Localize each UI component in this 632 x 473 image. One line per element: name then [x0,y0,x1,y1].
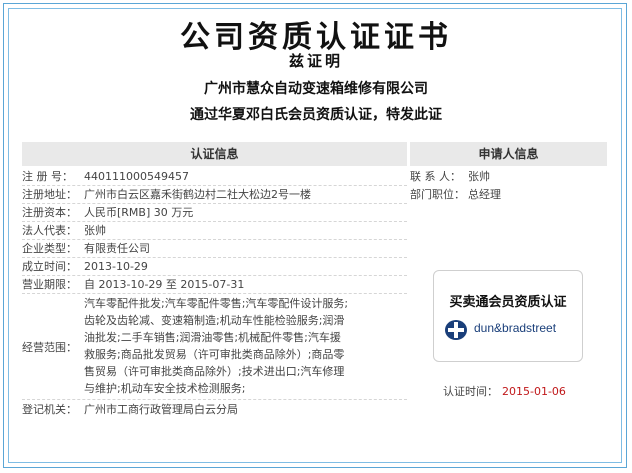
type-label: 企业类型： [22,242,77,255]
scope-line: 齿轮及齿轮减、变速箱制造;机动车性能检验服务;润滑 [84,314,345,327]
reg-no-value: 440111000549457 [84,170,189,183]
position-label: 部门职位： [410,188,465,201]
row-term: 营业期限： 自 2013-10-29 至 2015-07-31 [22,276,407,294]
dun-bradstreet-logo-text: dun&bradstreet [474,321,557,335]
row-type: 企业类型： 有限责任公司 [22,240,407,258]
cert-time-value: 2015-01-06 [502,385,566,398]
scope-line: 售贸易（许可审批类商品除外）;技术进出口;汽车修理 [84,365,345,378]
founded-label: 成立时间： [22,260,77,273]
scope-label: 经营范围： [22,341,77,354]
authority-label: 登记机关： [22,403,77,416]
cert-time: 认证时间： 2015-01-06 [443,383,566,399]
legal-label: 法人代表： [22,224,77,237]
row-reg-no: 注 册 号： 440111000549457 [22,168,407,186]
cert-info-heading: 认证信息 [22,142,407,166]
type-value: 有限责任公司 [84,242,150,255]
applicant-info-heading: 申请人信息 [410,142,607,166]
badge-title: 买卖通会员资质认证 [449,295,567,310]
scope-line: 救服务;商品批发贸易（许可审批类商品除外）;商品零 [84,348,345,361]
row-authority: 登记机关： 广州市工商行政管理局白云分局 [22,401,407,418]
scope-line: 油批发;二手车销售;润滑油零售;机械配件零售;汽车援 [84,331,341,344]
capital-label: 注册资本： [22,206,77,219]
cert-time-label: 认证时间： [443,385,498,398]
reg-no-label: 注 册 号： [22,170,73,183]
capital-value: 人民币[RMB] 30 万元 [84,206,194,219]
certificate-subtitle: 兹证明 [288,52,343,70]
row-legal: 法人代表： 张帅 [22,222,407,240]
scope-value: 汽车零配件批发;汽车零配件零售;汽车零配件设计服务; 齿轮及齿轮减、变速箱制造;… [84,295,407,397]
row-position: 部门职位： 总经理 [410,186,501,203]
term-value: 自 2013-10-29 至 2015-07-31 [84,278,245,291]
scope-line: 汽车零配件批发;汽车零配件零售;汽车零配件设计服务; [84,297,349,310]
scope-line: 与维护;机动车安全技术检测服务; [84,382,246,395]
legal-value: 张帅 [84,224,106,237]
membership-badge: 买卖通会员资质认证 dun&bradstreet [433,270,583,362]
row-capital: 注册资本： 人民币[RMB] 30 万元 [22,204,407,222]
row-contact: 联 系 人： 张帅 [410,168,490,185]
row-address: 注册地址： 广州市白云区嘉禾街鹤边村二社大松边2号一楼 [22,186,407,204]
authority-value: 广州市工商行政管理局白云分局 [84,403,238,416]
huaxia-credit-logo-icon [444,319,468,341]
row-founded: 成立时间： 2013-10-29 [22,258,407,276]
certification-statement: 通过华夏邓白氏会员资质认证，特发此证 [190,107,442,123]
badge-logo: dun&bradstreet [444,319,574,341]
founded-value: 2013-10-29 [84,260,148,273]
row-scope: 经营范围： 汽车零配件批发;汽车零配件零售;汽车零配件设计服务; 齿轮及齿轮减、… [22,295,407,400]
contact-value: 张帅 [468,170,490,183]
contact-label: 联 系 人： [410,170,461,183]
position-value: 总经理 [468,188,501,201]
term-label: 营业期限： [22,278,77,291]
company-name: 广州市慧众自动变速箱维修有限公司 [204,81,428,97]
address-label: 注册地址： [22,188,77,201]
address-value: 广州市白云区嘉禾街鹤边村二社大松边2号一楼 [84,188,311,201]
